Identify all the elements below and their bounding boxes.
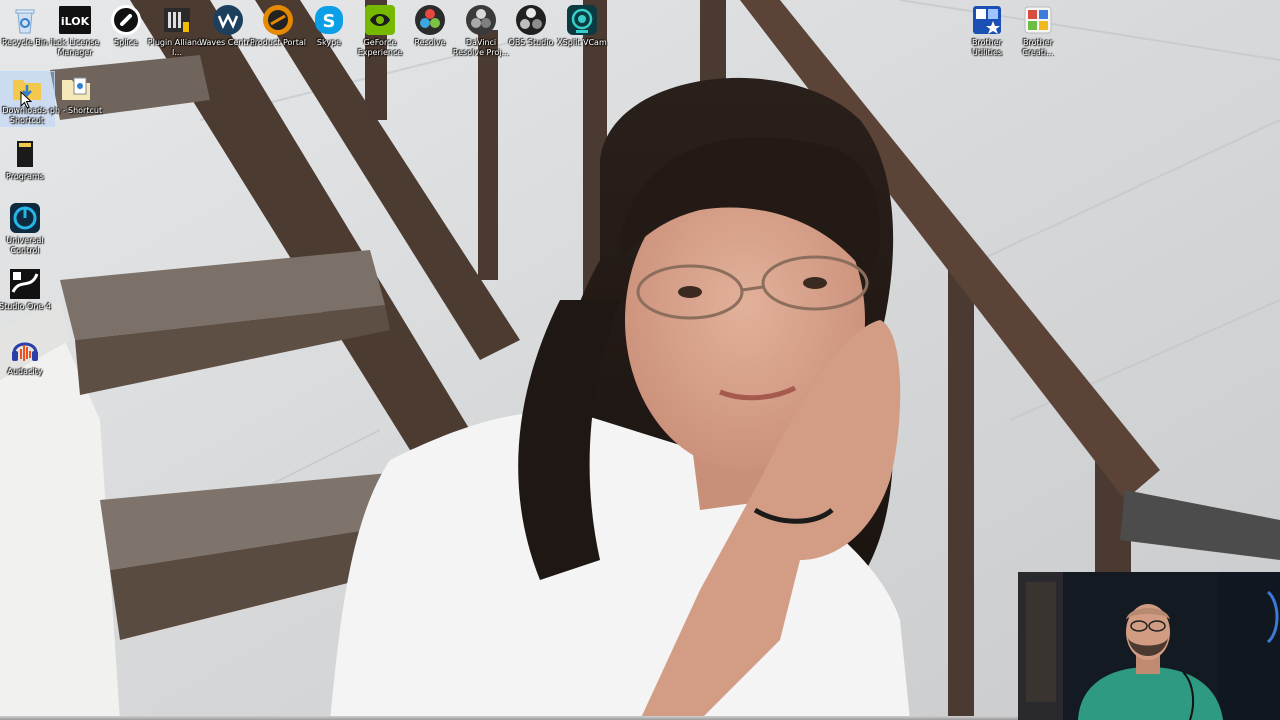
desktop-icon-xsplit-vcam[interactable]: XSplit VCam — [555, 4, 609, 48]
desktop-icon-label: Audacity — [7, 367, 43, 376]
davinci-project-icon — [465, 4, 497, 36]
audacity-icon — [9, 333, 41, 365]
splice-icon — [110, 4, 142, 36]
webcam-overlay — [1018, 572, 1280, 720]
plugin-alliance-icon — [161, 4, 193, 36]
desktop-icon-label: ph - Shortcut — [49, 106, 103, 115]
document-shortcut-icon — [60, 72, 92, 104]
resolve-icon — [414, 4, 446, 36]
desktop[interactable]: Recycle Bin iLOK iLok License Manager Sp… — [0, 0, 1280, 720]
brother-utilities-icon — [971, 4, 1003, 36]
desktop-icon-brother-creative[interactable]: Brother Creati... — [1011, 4, 1065, 58]
ilok-icon: iLOK — [59, 4, 91, 36]
desktop-icon-splice[interactable]: Splice — [99, 4, 153, 48]
desktop-icon-waves-central[interactable]: Waves Central — [199, 4, 257, 48]
svg-text:iLOK: iLOK — [61, 15, 90, 28]
mouse-cursor-icon — [20, 91, 32, 109]
skype-icon: S — [313, 4, 345, 36]
desktop-icon-plugin-alliance[interactable]: Plugin Alliance I... — [148, 4, 206, 58]
desktop-icon-label: Programs — [6, 172, 44, 181]
desktop-icon-resolve[interactable]: Resolve — [403, 4, 457, 48]
obs-icon — [515, 4, 547, 36]
geforce-icon — [364, 4, 396, 36]
desktop-icon-label: Universal Control — [6, 236, 44, 255]
recycle-bin-icon — [9, 4, 41, 36]
desktop-icon-label: Studio One 4 — [0, 302, 51, 311]
desktop-icon-programs[interactable]: Programs — [0, 138, 52, 182]
svg-text:S: S — [323, 11, 336, 32]
desktop-icon-davinci-project[interactable]: DaVinci Resolve Proj... — [453, 4, 509, 58]
desktop-icon-ilok[interactable]: iLOK iLok License Manager — [48, 4, 102, 58]
desktop-icon-obs[interactable]: OBS Studio — [504, 4, 558, 48]
desktop-icon-skype[interactable]: S Skype — [302, 4, 356, 48]
desktop-icon-label: Brother Creati... — [1022, 38, 1054, 57]
screen-bottom-edge — [0, 716, 1018, 720]
universal-control-icon — [9, 202, 41, 234]
studio-one-icon — [9, 268, 41, 300]
desktop-icon-universal-control[interactable]: Universal Control — [0, 202, 52, 256]
desktop-icon-audacity[interactable]: Audacity — [0, 333, 52, 377]
desktop-icon-geforce[interactable]: GeForce Experience — [353, 4, 407, 58]
xsplit-vcam-icon — [566, 4, 598, 36]
waves-icon — [212, 4, 244, 36]
product-portal-icon — [262, 4, 294, 36]
desktop-icon-brother-utilities[interactable]: Brother Utilities — [960, 4, 1014, 58]
programs-folder-icon — [9, 138, 41, 170]
desktop-icon-ph-shortcut[interactable]: ph - Shortcut — [49, 72, 103, 116]
desktop-icon-product-portal[interactable]: Product Portal — [250, 4, 306, 48]
brother-creative-icon — [1022, 4, 1054, 36]
desktop-icon-studio-one[interactable]: Studio One 4 — [0, 268, 52, 312]
webcam-feed — [1018, 572, 1280, 720]
desktop-icon-label: XSplit VCam — [557, 38, 607, 47]
